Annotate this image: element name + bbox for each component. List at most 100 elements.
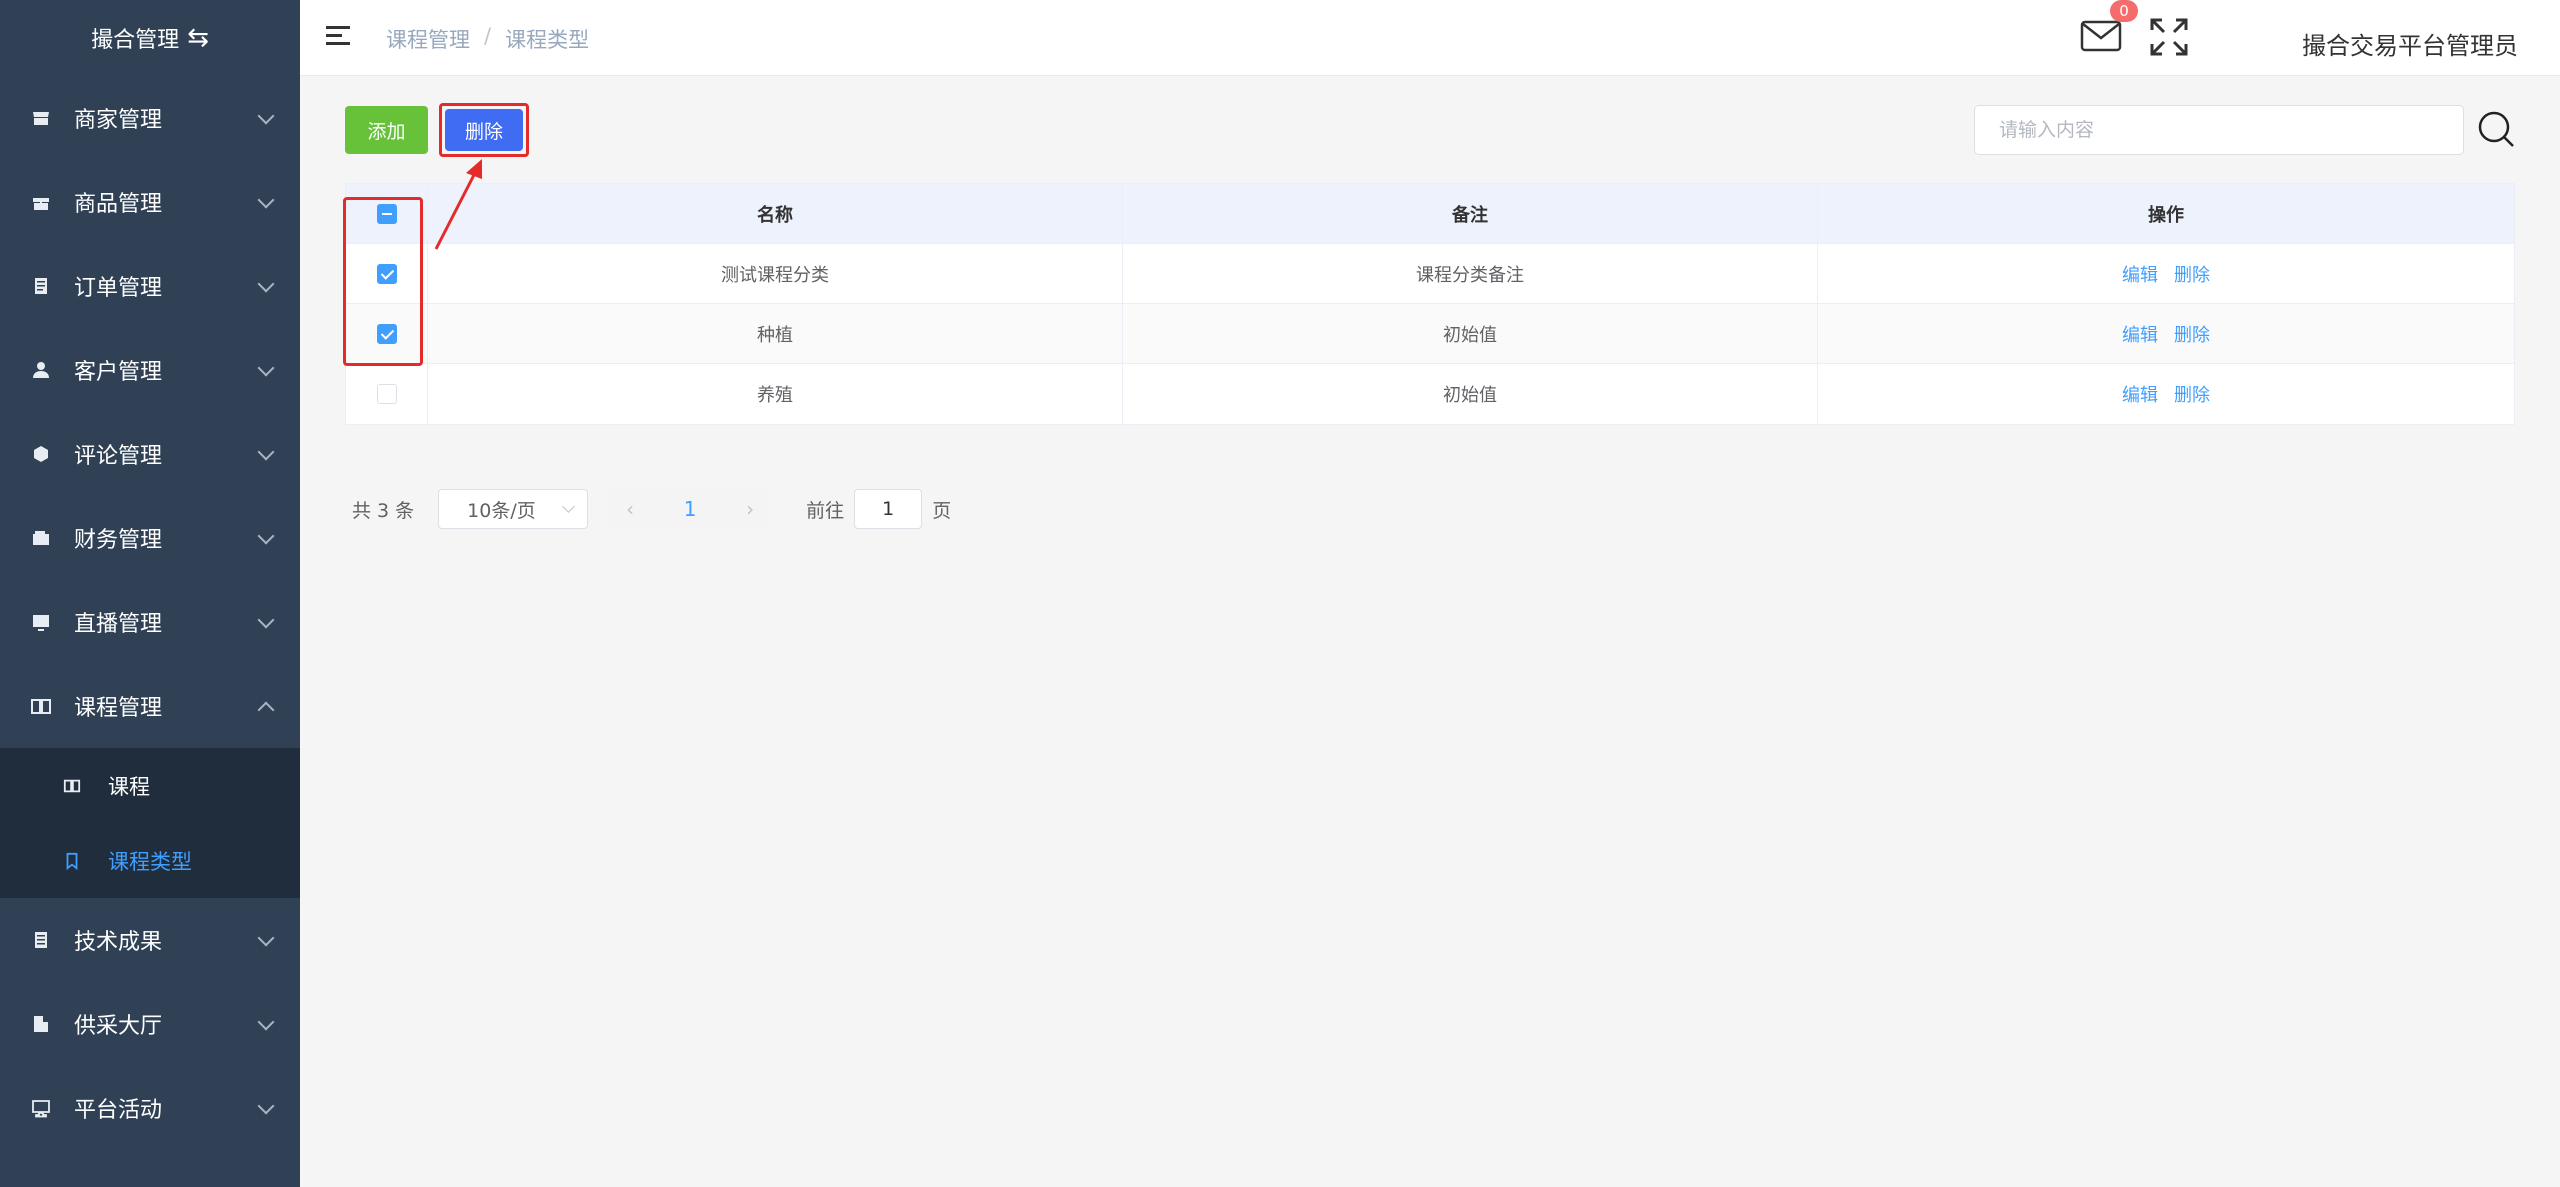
sidebar-item-products[interactable]: 商品管理 [0,160,300,244]
delete-link[interactable]: 删除 [2174,321,2210,347]
notification-badge: 0 [2110,0,2138,22]
swap-icon[interactable]: ⇆ [187,23,209,53]
sidebar-item-live[interactable]: 直播管理 [0,580,300,664]
brand-title: 撮合管理 [91,28,180,53]
building-icon [30,1013,52,1035]
table-row: 种植 初始值 编辑 删除 [346,304,2514,364]
breadcrumb-item[interactable]: 课程管理 [386,24,470,54]
page-size-value: 10条/页 [467,499,536,522]
cell-actions: 编辑 删除 [1818,244,2514,303]
monitor-icon [30,1097,52,1119]
chevron-down-icon [257,929,275,947]
batch-delete-button[interactable]: 删除 [445,109,523,151]
sidebar-item-finance[interactable]: 财务管理 [0,496,300,580]
search-input[interactable] [1974,105,2464,155]
row-checkbox[interactable] [376,384,397,404]
gift-icon [30,191,52,213]
chevron-down-icon [257,359,275,377]
breadcrumb-item-current: 课程类型 [505,28,590,52]
sidebar-item-label: 评论管理 [74,444,163,469]
edit-link[interactable]: 编辑 [2122,321,2158,347]
delete-link[interactable]: 删除 [2174,381,2210,407]
next-page-icon[interactable]: › [730,489,770,529]
wallet-icon [30,527,52,549]
sidebar-subitem-course-type[interactable]: 课程类型 [0,823,300,898]
data-table: 名称 备注 操作 测试课程分类 课程分类备注 编辑 删除 种植 初始值 编辑 删… [345,183,2515,425]
chevron-up-icon [257,701,275,719]
chevron-down-icon [562,500,576,513]
sidebar-subitem-course[interactable]: 课程 [0,748,300,823]
cell-note: 初始值 [1123,364,1818,424]
pager: ‹ 1 › [610,489,771,529]
goto-suffix: 页 [932,499,952,522]
avatar[interactable] [2240,6,2290,70]
search-icon[interactable] [2476,109,2516,149]
page-number-current[interactable]: 1 [650,489,730,529]
sidebar-item-label: 订单管理 [74,276,163,301]
sidebar-item-courses[interactable]: 课程管理 [0,664,300,748]
row-check-cell [346,244,428,303]
select-all-checkbox[interactable] [376,203,397,224]
table-header-row: 名称 备注 操作 [346,184,2514,244]
page-size-select[interactable]: 10条/页 [438,489,589,529]
cell-actions: 编辑 删除 [1818,364,2514,424]
order-icon [30,275,52,297]
fullscreen-icon[interactable] [2148,16,2190,58]
sidebar-item-label: 商家管理 [74,108,163,133]
row-check-cell [346,364,428,424]
sidebar-item-customers[interactable]: 客户管理 [0,328,300,412]
sidebar-item-label: 课程管理 [74,696,163,721]
brand: 撮合管理 ⇆ [0,0,300,76]
chevron-down-icon [257,611,275,629]
sidebar-item-label: 平台活动 [74,1098,163,1123]
sidebar-item-merchant[interactable]: 商家管理 [0,76,300,160]
cell-note: 课程分类备注 [1123,244,1818,303]
edit-link[interactable]: 编辑 [2122,261,2158,287]
submenu-courses: 课程 课程类型 [0,748,300,898]
user-icon [30,359,52,381]
chevron-down-icon [257,107,275,125]
pagination-total: 共 3 条 [352,499,415,522]
edit-link[interactable]: 编辑 [2122,381,2158,407]
delete-button-highlight: 删除 [439,103,529,157]
goto-page-input[interactable]: 1 [854,489,923,529]
mail-icon[interactable] [2080,18,2122,54]
book-icon [30,695,52,717]
document-icon [30,929,52,951]
prev-page-icon[interactable]: ‹ [610,489,650,529]
sidebar: 撮合管理 ⇆ 商家管理 商品管理 订单管理 客户管理 评论管理 财务管理 直播管… [0,0,300,1187]
sidebar-item-supply[interactable]: 供采大厅 [0,982,300,1066]
sidebar-item-label: 客户管理 [74,360,163,385]
row-checkbox[interactable] [376,323,397,344]
sidebar-item-label: 商品管理 [74,192,163,217]
chevron-down-icon [257,1013,275,1031]
chevron-down-icon [257,527,275,545]
cell-note: 初始值 [1123,304,1818,363]
row-checkbox[interactable] [376,263,397,284]
main-content: 添加 删除 名称 备注 操作 测试课程分类 课程分类备注 编辑 删除 [300,77,2560,1187]
chevron-down-icon [257,1097,275,1115]
admin-name[interactable]: 撮合交易平台管理员 [2302,26,2518,61]
sidebar-item-tech[interactable]: 技术成果 [0,898,300,982]
sidebar-subitem-label: 课程类型 [108,849,192,874]
column-header-name: 名称 [428,184,1123,243]
row-check-cell [346,304,428,363]
store-icon [30,107,52,129]
cell-actions: 编辑 删除 [1818,304,2514,363]
comment-icon [30,443,52,465]
cell-name: 测试课程分类 [428,244,1123,303]
add-button[interactable]: 添加 [345,106,428,154]
sidebar-item-orders[interactable]: 订单管理 [0,244,300,328]
breadcrumb: 课程管理 / 课程类型 [386,24,589,54]
top-header: 课程管理 / 课程类型 0 撮合交易平台管理员 [300,0,2560,76]
chevron-down-icon [257,443,275,461]
sidebar-item-label: 技术成果 [74,930,163,955]
table-row: 测试课程分类 课程分类备注 编辑 删除 [346,244,2514,304]
chevron-down-icon [257,191,275,209]
pagination: 共 3 条 10条/页 ‹ 1 › 前往 1 页 [352,489,951,529]
sidebar-item-comments[interactable]: 评论管理 [0,412,300,496]
hamburger-icon[interactable] [326,26,350,48]
delete-link[interactable]: 删除 [2174,261,2210,287]
sidebar-item-activities[interactable]: 平台活动 [0,1066,300,1150]
column-header-actions: 操作 [2148,204,2184,226]
